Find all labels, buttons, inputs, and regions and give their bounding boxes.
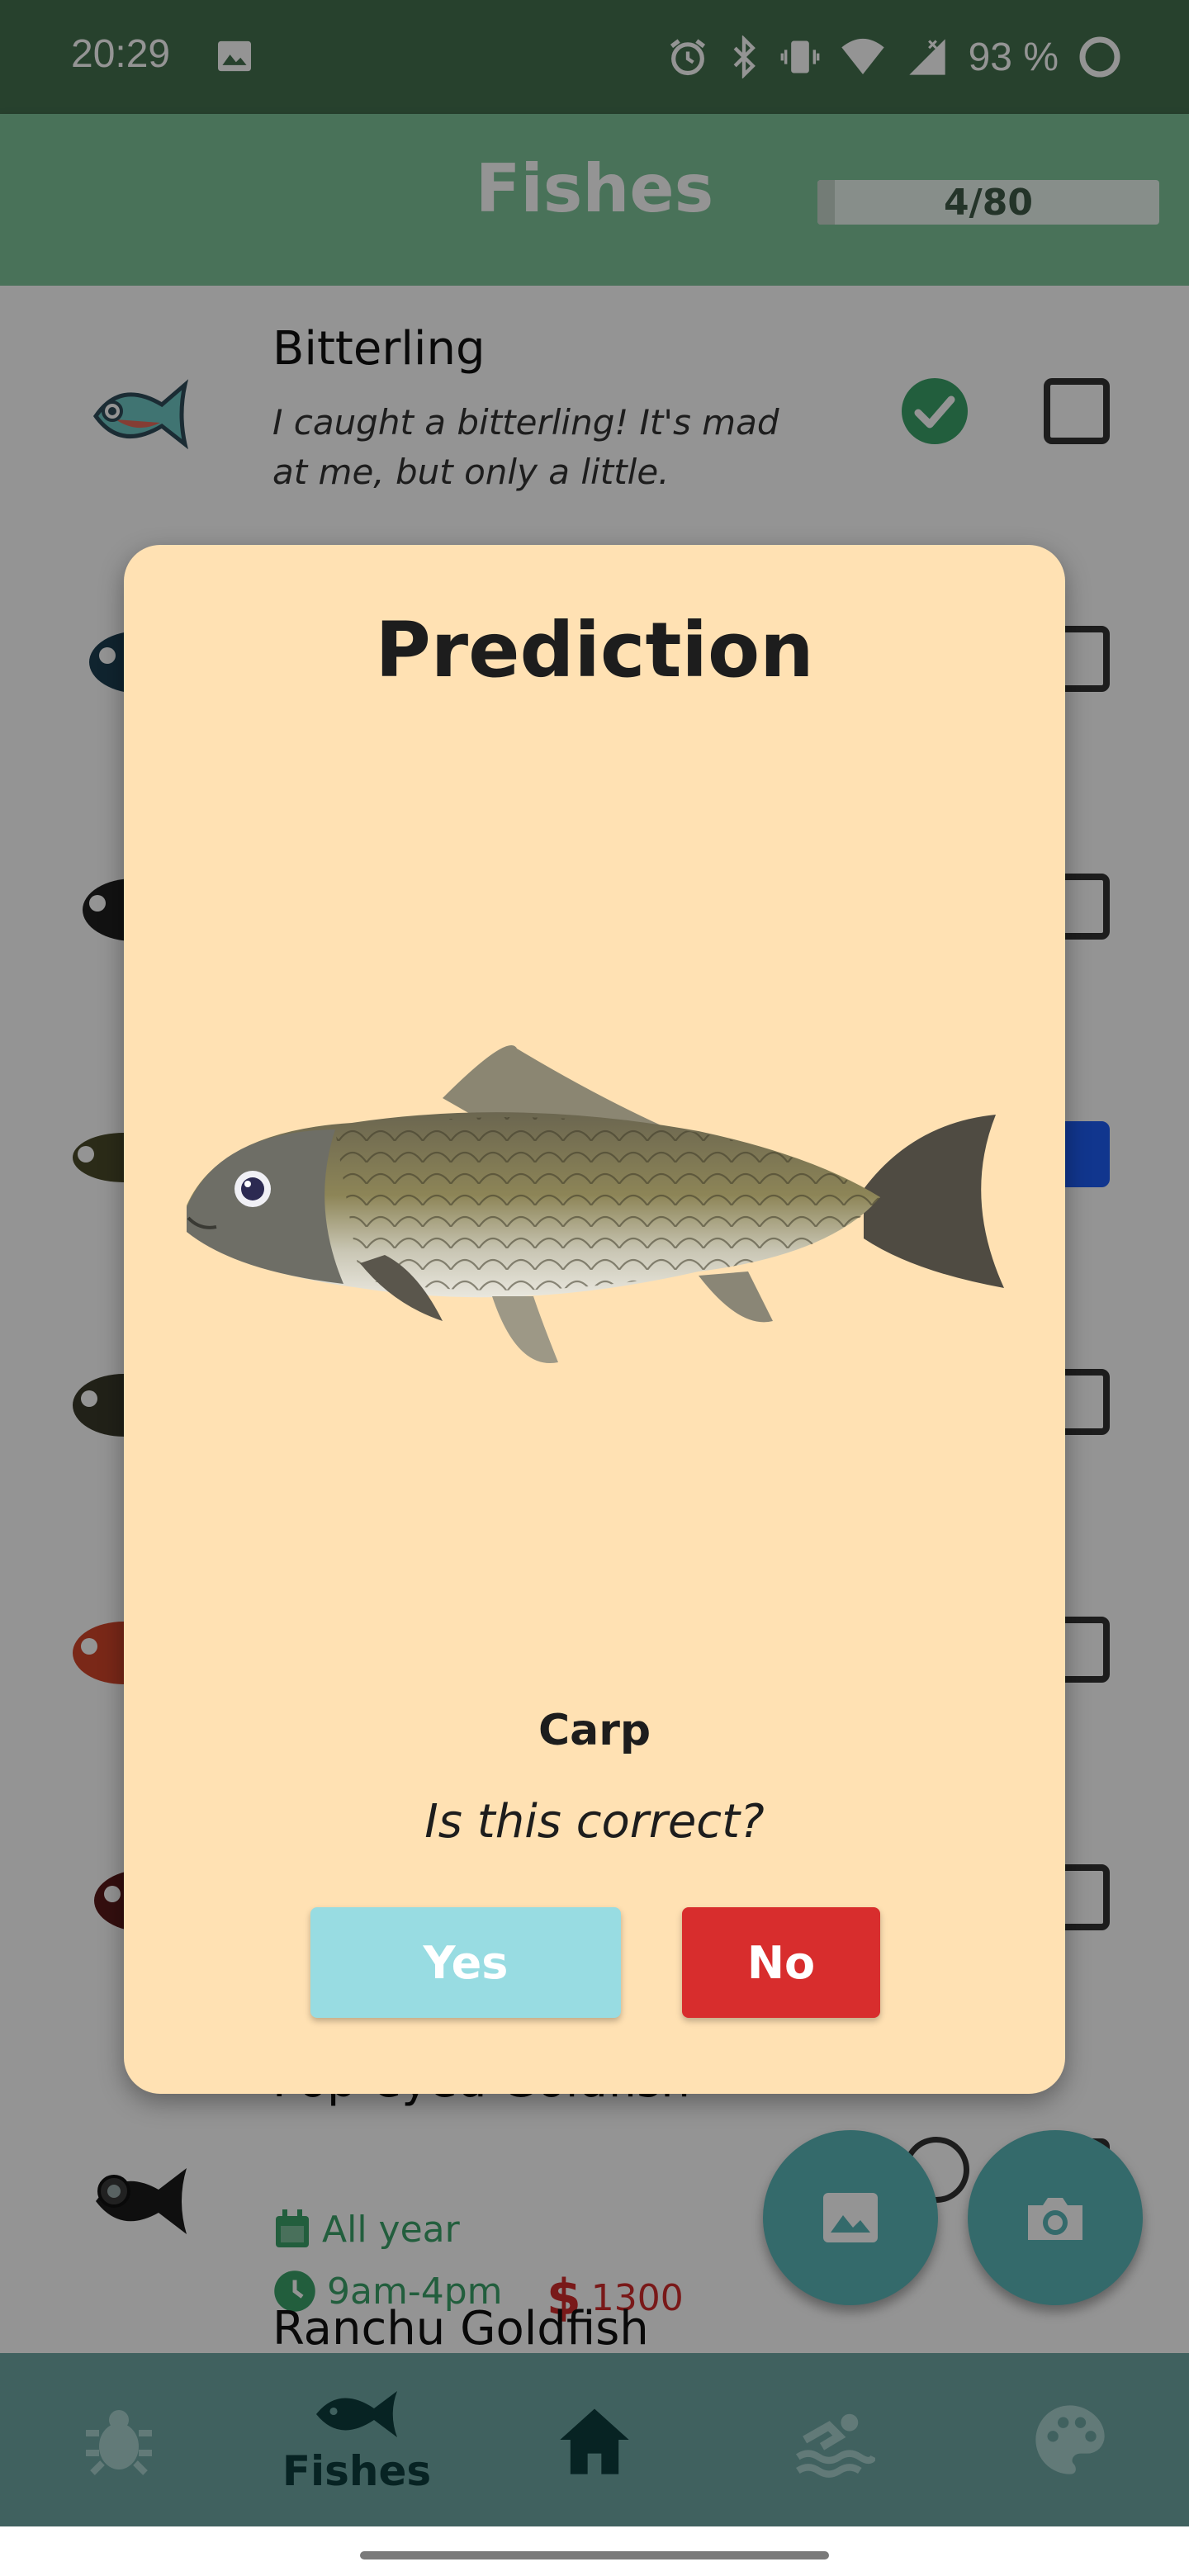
- confirm-question: Is this correct?: [424, 1795, 765, 1849]
- dialog-title: Prediction: [375, 606, 814, 694]
- gesture-bar: [0, 2526, 1189, 2576]
- carp-image: [187, 1045, 1004, 1363]
- home-gesture-handle[interactable]: [360, 2551, 829, 2559]
- no-button[interactable]: No: [682, 1907, 880, 2018]
- prediction-dialog: Prediction Carp Is this correct? Yes No: [124, 545, 1065, 2094]
- yes-button[interactable]: Yes: [310, 1907, 621, 2018]
- predicted-fish-name: Carp: [538, 1706, 651, 1755]
